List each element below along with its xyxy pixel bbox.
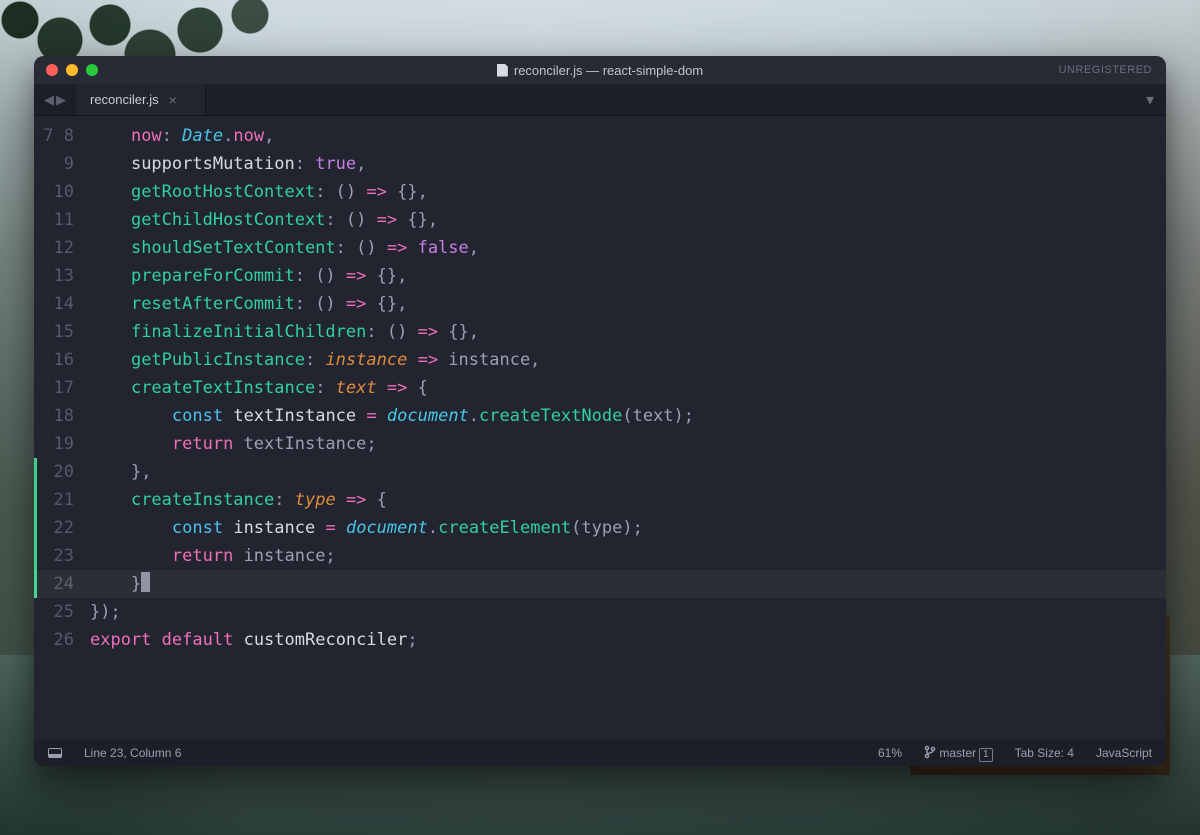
editor-window: reconciler.js — react-simple-dom UNREGIS… [34,56,1166,766]
tab-overflow-icon[interactable]: ▾ [1134,84,1166,115]
file-tab[interactable]: reconciler.js × [76,84,206,115]
titlebar[interactable]: reconciler.js — react-simple-dom UNREGIS… [34,56,1166,84]
window-title-text: reconciler.js — react-simple-dom [514,63,703,78]
close-window-button[interactable] [46,64,58,76]
git-branch-name: master [939,746,976,760]
git-branch[interactable]: master1 [924,745,993,762]
status-bar: Line 23, Column 6 61% master1 Tab Size: … [34,740,1166,766]
code-area[interactable]: 7 8 9 10 11 12 13 14 15 16 17 18 19 20 2… [34,116,1166,740]
panel-toggle-icon[interactable] [48,748,62,758]
tab-bar: ◀ ▶ reconciler.js × ▾ [34,84,1166,116]
maximize-window-button[interactable] [86,64,98,76]
scroll-percent[interactable]: 61% [878,746,902,760]
nav-forward-icon[interactable]: ▶ [56,92,66,108]
nav-arrows: ◀ ▶ [34,84,76,115]
code-content[interactable]: {} now: Date.now, supportsMutation: true… [84,116,1166,740]
cursor-position[interactable]: Line 23, Column 6 [84,746,181,760]
unregistered-label: UNREGISTERED [1059,64,1166,76]
window-controls [34,64,98,76]
window-title: reconciler.js — react-simple-dom [34,63,1166,78]
indentation-setting[interactable]: Tab Size: 4 [1015,746,1074,760]
git-branch-icon [924,745,936,760]
nav-back-icon[interactable]: ◀ [44,92,54,108]
minimize-window-button[interactable] [66,64,78,76]
tab-filename: reconciler.js [90,92,159,107]
tab-close-icon[interactable]: × [169,92,177,108]
desktop-wallpaper: reconciler.js — react-simple-dom UNREGIS… [0,0,1200,835]
git-ahead-count: 1 [979,748,993,762]
file-icon [497,64,508,77]
line-number-gutter[interactable]: 7 8 9 10 11 12 13 14 15 16 17 18 19 20 2… [40,116,84,740]
vcs-gutter [34,116,40,740]
syntax-language[interactable]: JavaScript [1096,746,1152,760]
